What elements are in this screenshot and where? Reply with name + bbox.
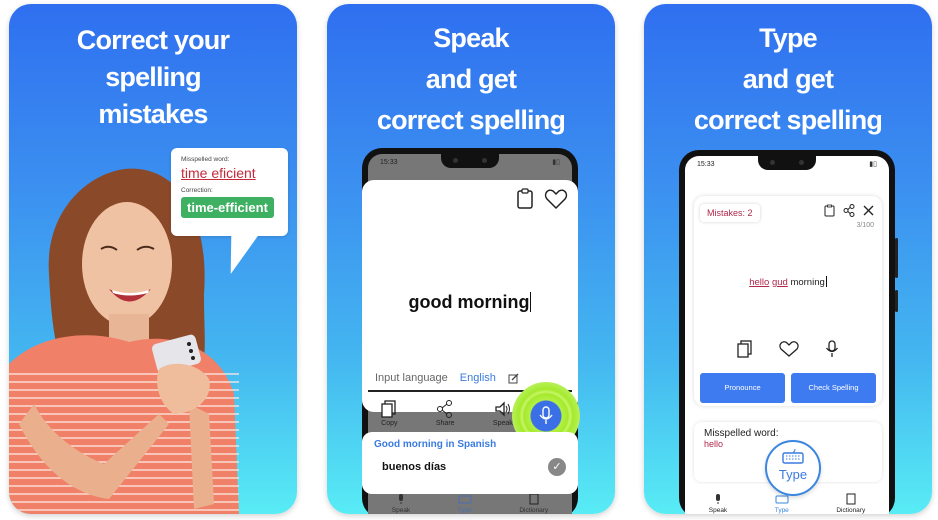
microphone-icon [539, 406, 553, 424]
promo-panel-type: Type and get correct spelling 15:33 ▮▯ M… [644, 4, 932, 514]
dictionary-icon [846, 493, 856, 505]
nav-speak[interactable]: Speak [709, 493, 727, 514]
signal-battery-icon: ▮▯ [869, 161, 877, 168]
text-input-card: Mistakes: 2 3/100 hello gud morning Pron… [694, 196, 882, 406]
spelling-correction-bubble: Misspelled word: time eficient Correctio… [171, 148, 288, 236]
microphone-icon [715, 494, 720, 504]
share-icon [437, 400, 453, 418]
headline: Speak and get correct spelling [376, 23, 566, 135]
check-circle-icon[interactable]: ✓ [548, 458, 566, 476]
headline: Type and get correct spelling [693, 23, 883, 135]
copy-icon[interactable] [737, 340, 753, 358]
promo-panel-correct-spelling: Correct your spelling mistakes Misspelle… [9, 4, 297, 514]
input-language-value[interactable]: English [460, 372, 496, 384]
text-cursor [530, 292, 532, 312]
mistakes-badge: Mistakes: 2 [700, 204, 760, 222]
nav-dictionary[interactable]: Dictionary [836, 493, 865, 514]
speech-input-card: good morning Input language English Copy… [362, 180, 580, 450]
translation-sheet: Good morning in Spanish buenos días ✓ [362, 432, 578, 494]
action-bar: Copy Share Speak [362, 400, 532, 427]
phone-mockup: 15:33 ▮▯ Mistakes: 2 3/100 hello gud mor… [679, 150, 898, 514]
recognized-text[interactable]: good morning [362, 292, 578, 313]
camera-notch [758, 156, 816, 170]
text-cursor [825, 276, 827, 287]
promo-panel-speak: Speak and get correct spelling 15:33 ▮▯ … [327, 4, 615, 514]
pronounce-button[interactable]: Pronounce [700, 373, 785, 403]
check-spelling-button[interactable]: Check Spelling [791, 373, 876, 403]
headline: Correct your spelling mistakes [76, 25, 230, 129]
speak-button[interactable]: Speak [493, 400, 513, 427]
char-counter: 3/100 [856, 222, 874, 229]
phone-screen: 15:33 ▮▯ Mistakes: 2 3/100 hello gud mor… [685, 156, 889, 514]
clipboard-icon[interactable] [516, 188, 534, 210]
edit-icon[interactable] [508, 373, 519, 384]
heart-icon[interactable] [779, 340, 799, 358]
input-language-row[interactable]: Input language English [375, 372, 519, 384]
translation-result: buenos días [382, 461, 447, 473]
keyboard-icon [782, 448, 804, 464]
typed-text[interactable]: hello gud morning [694, 276, 882, 288]
heart-icon[interactable] [544, 188, 568, 210]
speaker-icon [495, 401, 510, 417]
misspelled-word: time eficient [181, 165, 256, 181]
type-fab-button[interactable]: Type [765, 440, 821, 496]
correction-word: time-efficient [181, 197, 274, 218]
nav-type[interactable]: Type [775, 493, 789, 514]
copy-icon [381, 400, 396, 418]
share-icon[interactable] [843, 204, 855, 217]
copy-button[interactable]: Copy [381, 400, 398, 427]
share-button[interactable]: Share [436, 400, 455, 427]
speak-overlay: good morning Input language English Copy… [362, 154, 580, 514]
microphone-icon[interactable] [825, 340, 839, 358]
close-icon[interactable] [863, 204, 874, 217]
volume-button [895, 238, 898, 278]
power-button [895, 290, 898, 312]
clipboard-icon[interactable] [824, 204, 835, 217]
